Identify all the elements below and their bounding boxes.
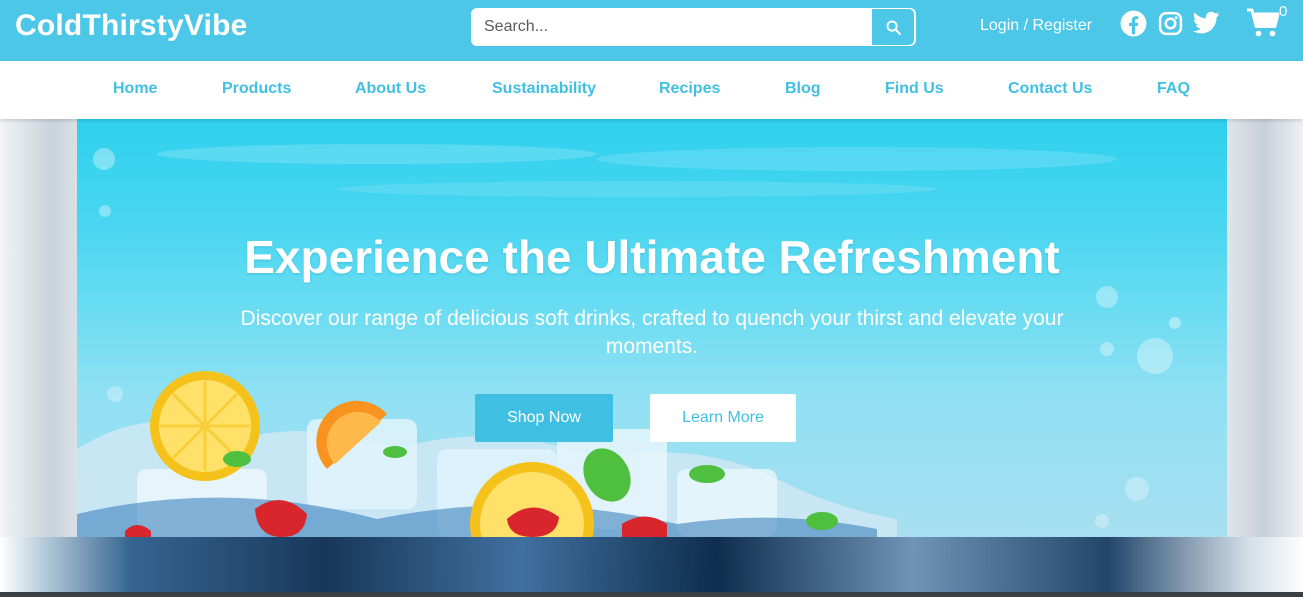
search-button[interactable] <box>871 8 915 46</box>
instagram-link[interactable] <box>1156 9 1184 37</box>
instagram-icon <box>1158 11 1182 35</box>
search-input[interactable] <box>472 9 872 45</box>
nav-item-faq[interactable]: FAQ <box>1157 80 1190 98</box>
nav-item-recipes[interactable]: Recipes <box>659 80 720 98</box>
facebook-link[interactable] <box>1119 9 1147 37</box>
cart-count-badge: 0 <box>1279 3 1288 20</box>
hero-banner: Experience the Ultimate Refreshment Disc… <box>77 119 1227 537</box>
nav-item-blog[interactable]: Blog <box>785 80 821 98</box>
nav-item-find-us[interactable]: Find Us <box>885 80 944 98</box>
page-bottom-edge <box>0 592 1303 597</box>
learn-more-button[interactable]: Learn More <box>650 394 796 442</box>
search-bar <box>471 8 916 46</box>
nav-item-home[interactable]: Home <box>113 80 157 98</box>
brand-logo[interactable]: ColdThirstyVibe <box>15 9 247 43</box>
hero-subtitle: Discover our range of delicious soft dri… <box>240 307 1064 358</box>
shop-now-button[interactable]: Shop Now <box>475 394 613 442</box>
facebook-icon <box>1120 10 1146 36</box>
hero-title: Experience the Ultimate Refreshment <box>244 231 1060 283</box>
cart-button[interactable] <box>1246 8 1282 40</box>
nav-item-sustainability[interactable]: Sustainability <box>492 80 596 98</box>
main-navigation: Home Products About Us Sustainability Re… <box>0 61 1303 119</box>
nav-item-products[interactable]: Products <box>222 80 291 98</box>
twitter-link[interactable] <box>1192 9 1220 37</box>
shopping-cart-icon <box>1247 8 1280 37</box>
background-water-splash <box>0 537 1303 592</box>
login-register-link[interactable]: Login / Register <box>980 17 1092 35</box>
nav-item-contact-us[interactable]: Contact Us <box>1008 80 1092 98</box>
search-icon <box>886 20 901 35</box>
top-header: ColdThirstyVibe Login / Register <box>0 0 1303 61</box>
nav-item-about-us[interactable]: About Us <box>355 80 426 98</box>
twitter-icon <box>1192 11 1220 34</box>
